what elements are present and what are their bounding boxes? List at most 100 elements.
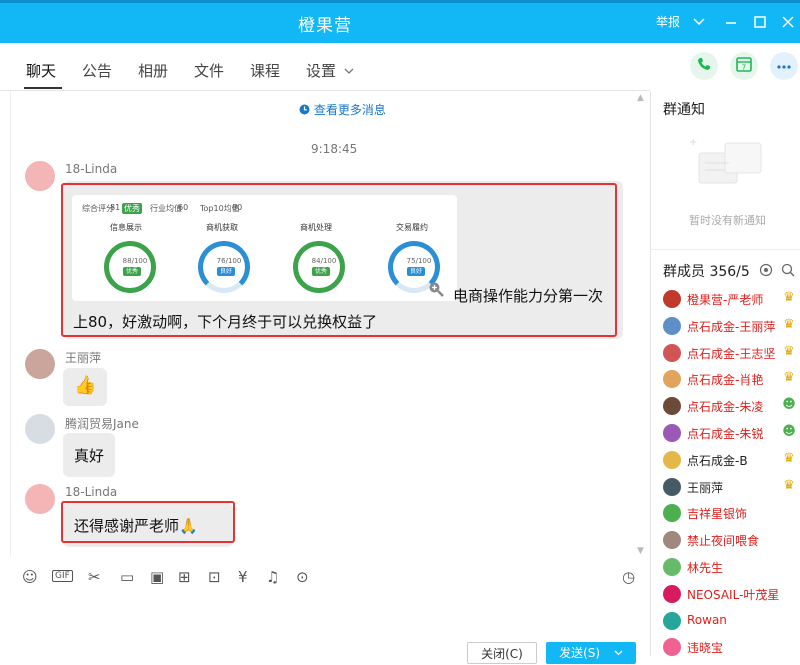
- member-item[interactable]: 违晓宝: [663, 636, 800, 658]
- message-text: 上80，好激动啊，下个月终于可以兑换权益了: [73, 313, 378, 331]
- avatar: [663, 450, 681, 469]
- member-item[interactable]: 吉祥星银饰: [663, 502, 800, 524]
- crown-icon: ♛: [783, 343, 795, 359]
- person-icon: ☻: [782, 397, 796, 413]
- member-name: 橙果营-严老师: [687, 293, 764, 307]
- sender-name: 腾润贸易Jane: [65, 417, 139, 431]
- tab-courses[interactable]: 课程: [250, 60, 280, 81]
- active-tab-underline: [24, 87, 62, 89]
- score-value: 81: [110, 203, 121, 212]
- bell-icon[interactable]: ♫: [266, 568, 279, 586]
- close-button[interactable]: 关闭(C): [467, 642, 537, 664]
- more-icon[interactable]: ⊙: [296, 568, 309, 586]
- tab-announcement[interactable]: 公告: [82, 60, 112, 81]
- calendar-button[interactable]: 7: [730, 52, 758, 80]
- sender-name: 18-Linda: [65, 162, 118, 176]
- gauge-label: 商机获取: [206, 223, 238, 232]
- gauge-tag: 优秀: [312, 267, 330, 276]
- red-packet-icon[interactable]: ¥: [238, 568, 248, 586]
- member-item[interactable]: 点石成金-朱凌 ☻: [663, 395, 800, 417]
- clock-icon: [299, 103, 314, 117]
- scroll-up-icon[interactable]: ▲: [637, 93, 644, 103]
- member-name: 点石成金-朱凌: [687, 400, 764, 415]
- divider: [651, 249, 800, 250]
- more-options-button[interactable]: [770, 52, 798, 80]
- score-tag: 优秀: [122, 203, 142, 214]
- avatar: [663, 290, 681, 308]
- member-settings-icon[interactable]: [759, 263, 773, 281]
- member-item[interactable]: 点石成金-王志坚 ♛: [663, 342, 800, 364]
- maximize-icon[interactable]: [753, 13, 767, 31]
- gauge-value: 75/100: [406, 257, 432, 265]
- avatar: [663, 638, 681, 657]
- folder-icon[interactable]: ▭: [120, 568, 134, 586]
- gauge-label: 信息展示: [110, 223, 142, 232]
- avatar[interactable]: [25, 161, 55, 191]
- member-item[interactable]: 点石成金-朱锐 ☻: [663, 422, 800, 444]
- member-item[interactable]: 点石成金-B ♛: [663, 449, 800, 471]
- chat-area[interactable]: ▲ 查看更多消息 9:18:45 18-Linda 综合评分 81 优秀 行业均…: [10, 91, 650, 557]
- crown-icon: ♛: [783, 316, 795, 332]
- empty-notice-icon: +: [685, 133, 769, 203]
- avatar: [663, 424, 681, 442]
- history-icon[interactable]: ◷: [622, 568, 635, 586]
- present-icon[interactable]: ⊡: [208, 568, 221, 586]
- member-name: 点石成金-王志坚: [687, 346, 776, 361]
- gauge-label: 商机处理: [300, 223, 332, 232]
- message-bubble[interactable]: 真好: [63, 433, 115, 477]
- tab-files[interactable]: 文件: [194, 60, 224, 81]
- scroll-down-icon[interactable]: ▼: [637, 546, 644, 556]
- gauge-ring: 88/100 优秀: [104, 241, 156, 293]
- message-bubble[interactable]: 👍: [63, 368, 107, 406]
- more-icon: [776, 59, 792, 74]
- member-item[interactable]: 橙果营-严老师 ♛: [663, 288, 800, 310]
- member-name: 禁止夜间喂食: [687, 534, 760, 549]
- search-icon[interactable]: [781, 263, 795, 281]
- avatar[interactable]: [25, 414, 55, 444]
- member-item[interactable]: 林先生: [663, 556, 800, 578]
- scissors-icon[interactable]: ✂: [88, 568, 101, 586]
- image-icon[interactable]: ▣: [150, 568, 164, 586]
- phone-call-button[interactable]: [690, 52, 718, 80]
- chevron-down-icon[interactable]: [344, 62, 354, 80]
- sender-name: 18-Linda: [65, 485, 118, 499]
- member-item[interactable]: NEOSAIL-叶茂星: [663, 583, 800, 605]
- avatar: [663, 397, 681, 416]
- avatar[interactable]: [25, 484, 55, 514]
- smile-icon[interactable]: ☺: [22, 568, 38, 586]
- load-more-label: 查看更多消息: [313, 103, 386, 117]
- minimize-icon[interactable]: [724, 13, 738, 31]
- member-item[interactable]: 王丽萍 ♛: [663, 476, 800, 498]
- close-icon[interactable]: [781, 13, 795, 31]
- gift-icon[interactable]: ⊞: [178, 568, 191, 586]
- member-item[interactable]: 点石成金-肖艳 ♛: [663, 368, 800, 390]
- score-card-image[interactable]: 综合评分 81 优秀 行业均值 60 Top10均值 80 信息展示 商机获取 …: [72, 195, 457, 301]
- tab-chat[interactable]: 聊天: [26, 60, 56, 81]
- member-name: 吉祥星银饰: [687, 507, 748, 522]
- message-text: 电商操作能力分第一次: [453, 287, 604, 305]
- gauge-value: 76/100: [216, 257, 242, 265]
- tab-bar: 聊天 公告 相册 文件 课程 设置: [0, 43, 650, 91]
- member-item[interactable]: 禁止夜间喂食: [663, 529, 800, 551]
- crown-icon: ♛: [783, 370, 795, 386]
- report-button[interactable]: 举报: [656, 13, 680, 31]
- members-title: 群成员 356/5: [663, 264, 750, 280]
- title-bar-strip: [0, 0, 800, 3]
- gif-icon[interactable]: GIF: [52, 570, 73, 582]
- chevron-down-icon[interactable]: [692, 13, 706, 31]
- send-button[interactable]: 发送(S): [546, 642, 636, 664]
- avatar: [663, 611, 681, 630]
- gauge-tag: 良好: [217, 267, 235, 276]
- load-more-messages-link[interactable]: 查看更多消息: [299, 101, 386, 118]
- avatar[interactable]: [25, 349, 55, 379]
- crown-icon: ♛: [783, 477, 795, 493]
- member-item[interactable]: Rowan: [663, 610, 800, 632]
- tab-settings[interactable]: 设置: [306, 60, 336, 81]
- tab-album[interactable]: 相册: [138, 60, 168, 81]
- member-name: 点石成金-肖艳: [687, 373, 764, 388]
- member-name: 点石成金-朱锐: [687, 427, 764, 441]
- zoom-in-icon[interactable]: [428, 281, 444, 301]
- member-item[interactable]: 点石成金-王丽萍 ♛: [663, 315, 800, 337]
- svg-text:7: 7: [742, 64, 746, 72]
- chevron-down-icon[interactable]: [614, 646, 623, 660]
